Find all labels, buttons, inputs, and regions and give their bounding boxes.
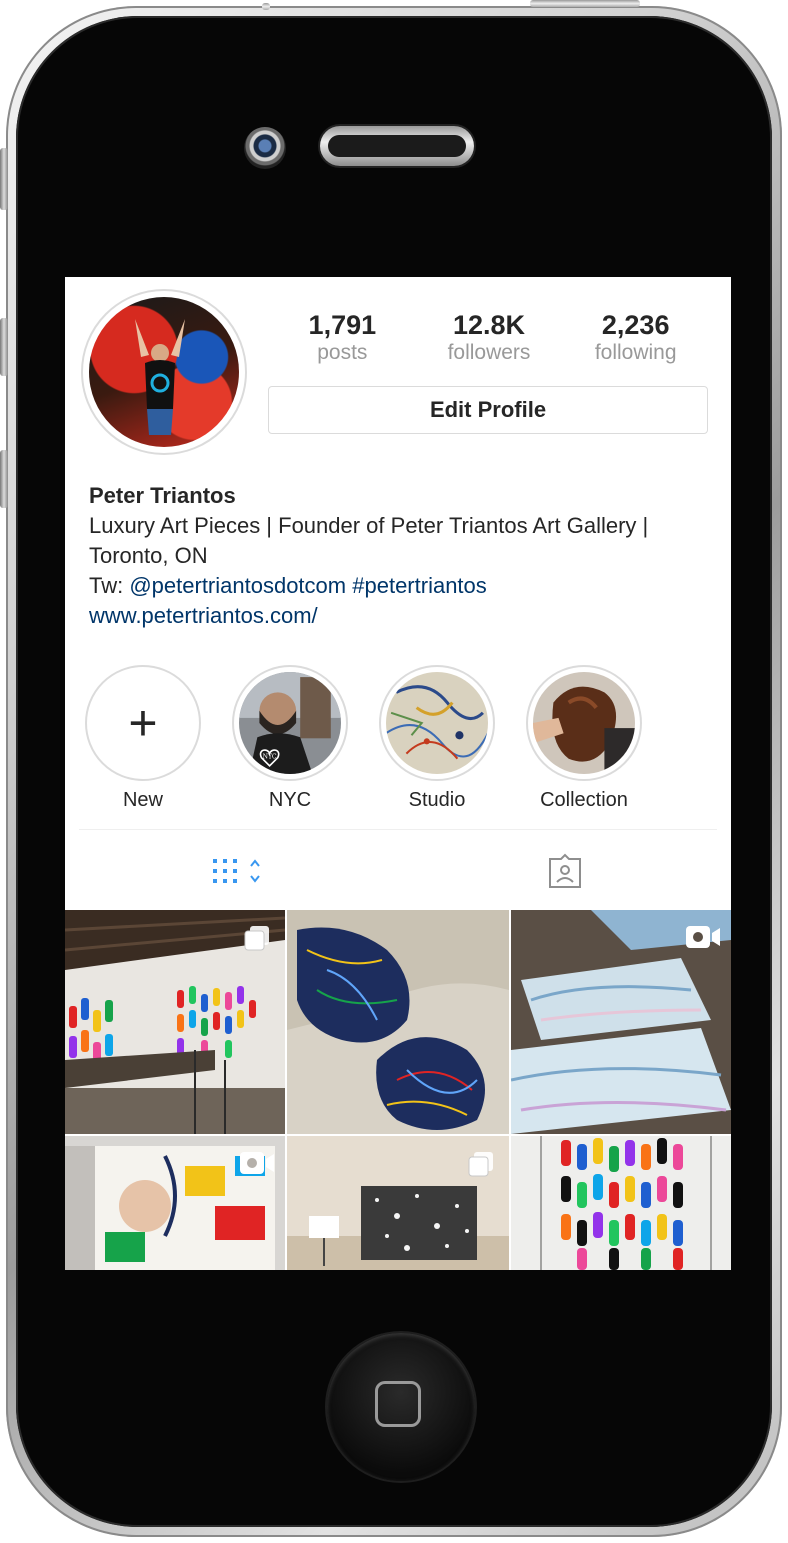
posts-stat[interactable]: 1,791 posts	[269, 309, 416, 365]
highlight-label: NYC	[268, 789, 312, 811]
grid-view-tab[interactable]	[211, 855, 271, 891]
grid-view-icon	[213, 859, 260, 883]
twitter-prefix: Tw:	[89, 573, 130, 598]
multiple-photos-icon	[244, 926, 269, 951]
post-thumbnail[interactable]	[287, 910, 509, 1134]
avatar-photo	[89, 297, 239, 447]
tabs-divider	[79, 829, 717, 830]
bio-text: Luxury Art Pieces | Founder of Peter Tri…	[89, 513, 649, 568]
tagged-photos-tab[interactable]	[547, 853, 583, 889]
highlight-label: New	[122, 789, 163, 811]
post-image	[287, 910, 509, 1134]
highlight-ring: NYC	[232, 665, 348, 781]
followers-label: followers	[447, 341, 531, 364]
power-button	[530, 0, 640, 7]
tagged-photos-icon	[549, 853, 581, 888]
highlight-ring	[526, 665, 642, 781]
video-icon	[240, 1152, 274, 1174]
highlight-ring	[379, 665, 495, 781]
volume-down-button	[0, 450, 8, 508]
highlight-studio[interactable]: Studio	[377, 665, 497, 812]
following-label: following	[594, 341, 677, 364]
highlight-label: Studio	[408, 789, 466, 811]
following-count: 2,236	[601, 310, 670, 340]
twitter-handle-link[interactable]: @petertriantosdotcom	[129, 573, 346, 598]
home-square-icon	[375, 1381, 421, 1427]
profile-bio: Peter Triantos Luxury Art Pieces | Found…	[89, 481, 709, 631]
plus-icon: +	[128, 695, 158, 751]
edit-profile-button[interactable]: Edit Profile	[268, 386, 708, 434]
front-camera	[244, 127, 286, 169]
post-image	[511, 1136, 731, 1270]
highlight-ring: +	[85, 665, 201, 781]
post-thumbnail[interactable]	[287, 1136, 509, 1270]
volume-up-button	[0, 318, 8, 376]
post-thumbnail[interactable]	[511, 910, 731, 1134]
profile-name: Peter Triantos	[89, 483, 236, 508]
avatar-person-figure	[135, 319, 185, 435]
earpiece-speaker	[320, 126, 474, 166]
highlight-cover	[533, 672, 635, 774]
highlight-label: Collection	[540, 789, 628, 811]
collection-cover-image	[533, 672, 635, 774]
top-notch	[262, 3, 270, 10]
home-button[interactable]	[327, 1333, 475, 1481]
nyc-badge-text: NYC	[263, 754, 277, 761]
highlight-cover	[386, 672, 488, 774]
followers-stat[interactable]: 12.8K followers	[416, 309, 563, 365]
studio-cover-image	[386, 672, 488, 774]
highlight-nyc[interactable]: NYC NYC	[230, 665, 350, 812]
hashtag-link[interactable]: #petertriantos	[352, 573, 487, 598]
following-stat[interactable]: 2,236 following	[562, 309, 709, 365]
highlight-new[interactable]: + New	[83, 665, 203, 812]
nyc-cover-image: NYC	[239, 672, 341, 774]
profile-stats: 1,791 posts 12.8K followers 2,236 follow…	[269, 309, 709, 365]
video-icon	[686, 926, 720, 948]
twitter-line: Tw: @petertriantosdotcom #petertriantos	[89, 571, 709, 601]
instagram-profile-screen: 1,791 posts 12.8K followers 2,236 follow…	[65, 277, 731, 1270]
mute-switch	[0, 148, 8, 210]
post-thumbnail[interactable]	[65, 910, 285, 1134]
post-thumbnail[interactable]	[511, 1136, 731, 1270]
profile-avatar[interactable]	[81, 289, 247, 455]
followers-count: 12.8K	[452, 310, 526, 340]
posts-count: 1,791	[308, 310, 377, 340]
website-link[interactable]: www.petertriantos.com/	[89, 601, 709, 631]
multiple-photos-icon	[468, 1152, 493, 1177]
post-thumbnail[interactable]	[65, 1136, 285, 1270]
highlight-cover: NYC	[239, 672, 341, 774]
highlight-collection[interactable]: Collection	[524, 665, 644, 812]
story-highlights: + New NYC NYC Studio Collection	[83, 665, 683, 825]
posts-grid	[65, 910, 731, 1270]
posts-label: posts	[317, 341, 368, 364]
